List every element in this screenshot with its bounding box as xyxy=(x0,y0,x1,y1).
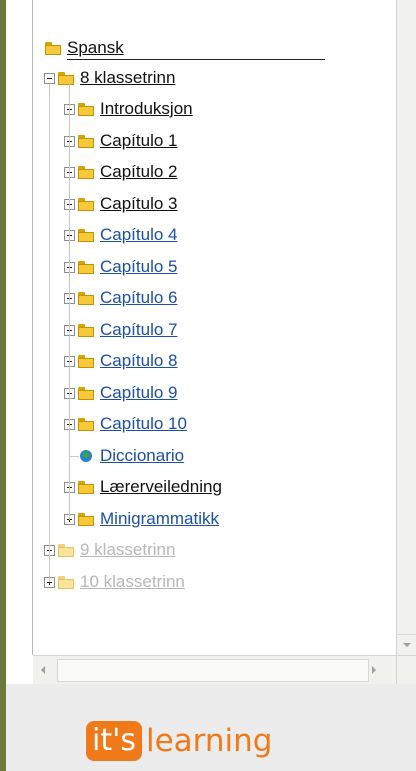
folder-icon xyxy=(78,165,94,179)
tree-item-label[interactable]: Capítulo 4 xyxy=(100,225,178,245)
tree-item-capitulo-1[interactable]: Capítulo 1 xyxy=(64,129,178,153)
folder-icon xyxy=(78,260,94,274)
folder-icon xyxy=(78,386,94,400)
scroll-left-icon[interactable] xyxy=(33,656,55,684)
tree-item-label[interactable]: Capítulo 3 xyxy=(100,194,178,214)
tree-item-label[interactable]: Capítulo 7 xyxy=(100,320,178,340)
tree-item-capitulo-2[interactable]: Capítulo 2 xyxy=(64,160,178,184)
tree-item-capitulo-6[interactable]: Capítulo 6 xyxy=(64,286,178,310)
tree-connector-line xyxy=(69,84,70,520)
tree-item-label[interactable]: Capítulo 8 xyxy=(100,351,178,371)
globe-link-icon xyxy=(78,448,94,464)
tree-item-minigrammatikk[interactable]: Minigrammatikk xyxy=(64,507,219,531)
tree-item-diccionario[interactable]: Diccionario xyxy=(78,444,184,468)
tree-node-label[interactable]: 10 klassetrinn xyxy=(80,572,185,592)
tree-item-label[interactable]: Capítulo 10 xyxy=(100,414,187,434)
left-margin xyxy=(6,0,33,655)
tree-connector-line xyxy=(69,456,79,457)
folder-icon xyxy=(78,512,94,526)
collapse-icon[interactable] xyxy=(44,72,55,84)
tree-view: Spansk 8 klassetrinn Introduksjon Capítu… xyxy=(33,0,396,655)
vertical-scrollbar[interactable] xyxy=(396,0,416,655)
folder-icon xyxy=(78,480,94,494)
tree-item-label[interactable]: Capítulo 5 xyxy=(100,257,178,277)
folder-icon xyxy=(78,291,94,305)
folder-icon xyxy=(58,543,74,557)
tree-item-label[interactable]: Capítulo 6 xyxy=(100,288,178,308)
folder-icon xyxy=(78,228,94,242)
folder-icon xyxy=(58,575,74,589)
scrollbar-corner xyxy=(396,655,416,684)
tree-item-label[interactable]: Lærerveiledning xyxy=(100,477,222,497)
folder-icon xyxy=(78,197,94,211)
tree-item-capitulo-4[interactable]: Capítulo 4 xyxy=(64,223,178,247)
tree-item-capitulo-8[interactable]: Capítulo 8 xyxy=(64,349,178,373)
folder-icon xyxy=(78,417,94,431)
folder-icon xyxy=(78,102,94,116)
folder-icon xyxy=(78,323,94,337)
tree-item-capitulo-7[interactable]: Capítulo 7 xyxy=(64,318,178,342)
tree-node-label[interactable]: 9 klassetrinn xyxy=(80,540,175,560)
horizontal-scrollbar[interactable] xyxy=(33,655,396,684)
scroll-right-icon[interactable] xyxy=(364,656,386,684)
tree-item-label[interactable]: Capítulo 2 xyxy=(100,162,178,182)
tree-item-capitulo-3[interactable]: Capítulo 3 xyxy=(64,192,178,216)
tree-item-capitulo-9[interactable]: Capítulo 9 xyxy=(64,381,178,405)
tree-root-label[interactable]: Spansk xyxy=(67,38,124,58)
tree-item-label[interactable]: Capítulo 1 xyxy=(100,131,178,151)
tree-item-capitulo-10[interactable]: Capítulo 10 xyxy=(64,412,187,436)
root-underline xyxy=(67,59,325,60)
folder-icon xyxy=(78,134,94,148)
tree-item-label[interactable]: Capítulo 9 xyxy=(100,383,178,403)
tree-item-introduksjon[interactable]: Introduksjon xyxy=(64,97,193,121)
scroll-down-icon[interactable] xyxy=(397,634,416,655)
itslearning-logo[interactable]: it's learning xyxy=(86,720,272,762)
tree-node-9-klassetrinn[interactable]: 9 klassetrinn xyxy=(44,538,175,562)
folder-icon xyxy=(58,71,74,85)
scrollbar-thumb[interactable] xyxy=(57,659,369,682)
tree-item-label[interactable]: Diccionario xyxy=(100,446,184,466)
tree-root-spansk[interactable]: Spansk xyxy=(45,36,124,60)
tree-item-label[interactable]: Minigrammatikk xyxy=(100,509,219,529)
logo-text: learning xyxy=(145,723,273,759)
tree-item-label[interactable]: Introduksjon xyxy=(100,99,193,119)
tree-node-label[interactable]: 8 klassetrinn xyxy=(80,68,175,88)
tree-connector-line xyxy=(49,84,50,582)
tree-node-10-klassetrinn[interactable]: 10 klassetrinn xyxy=(44,570,185,594)
folder-icon xyxy=(78,354,94,368)
tree-item-capitulo-5[interactable]: Capítulo 5 xyxy=(64,255,178,279)
folder-icon xyxy=(45,41,61,55)
tree-node-8-klassetrinn[interactable]: 8 klassetrinn xyxy=(44,66,175,90)
logo-box: it's xyxy=(86,721,142,761)
tree-item-laererveiledning[interactable]: Lærerveiledning xyxy=(64,475,222,499)
